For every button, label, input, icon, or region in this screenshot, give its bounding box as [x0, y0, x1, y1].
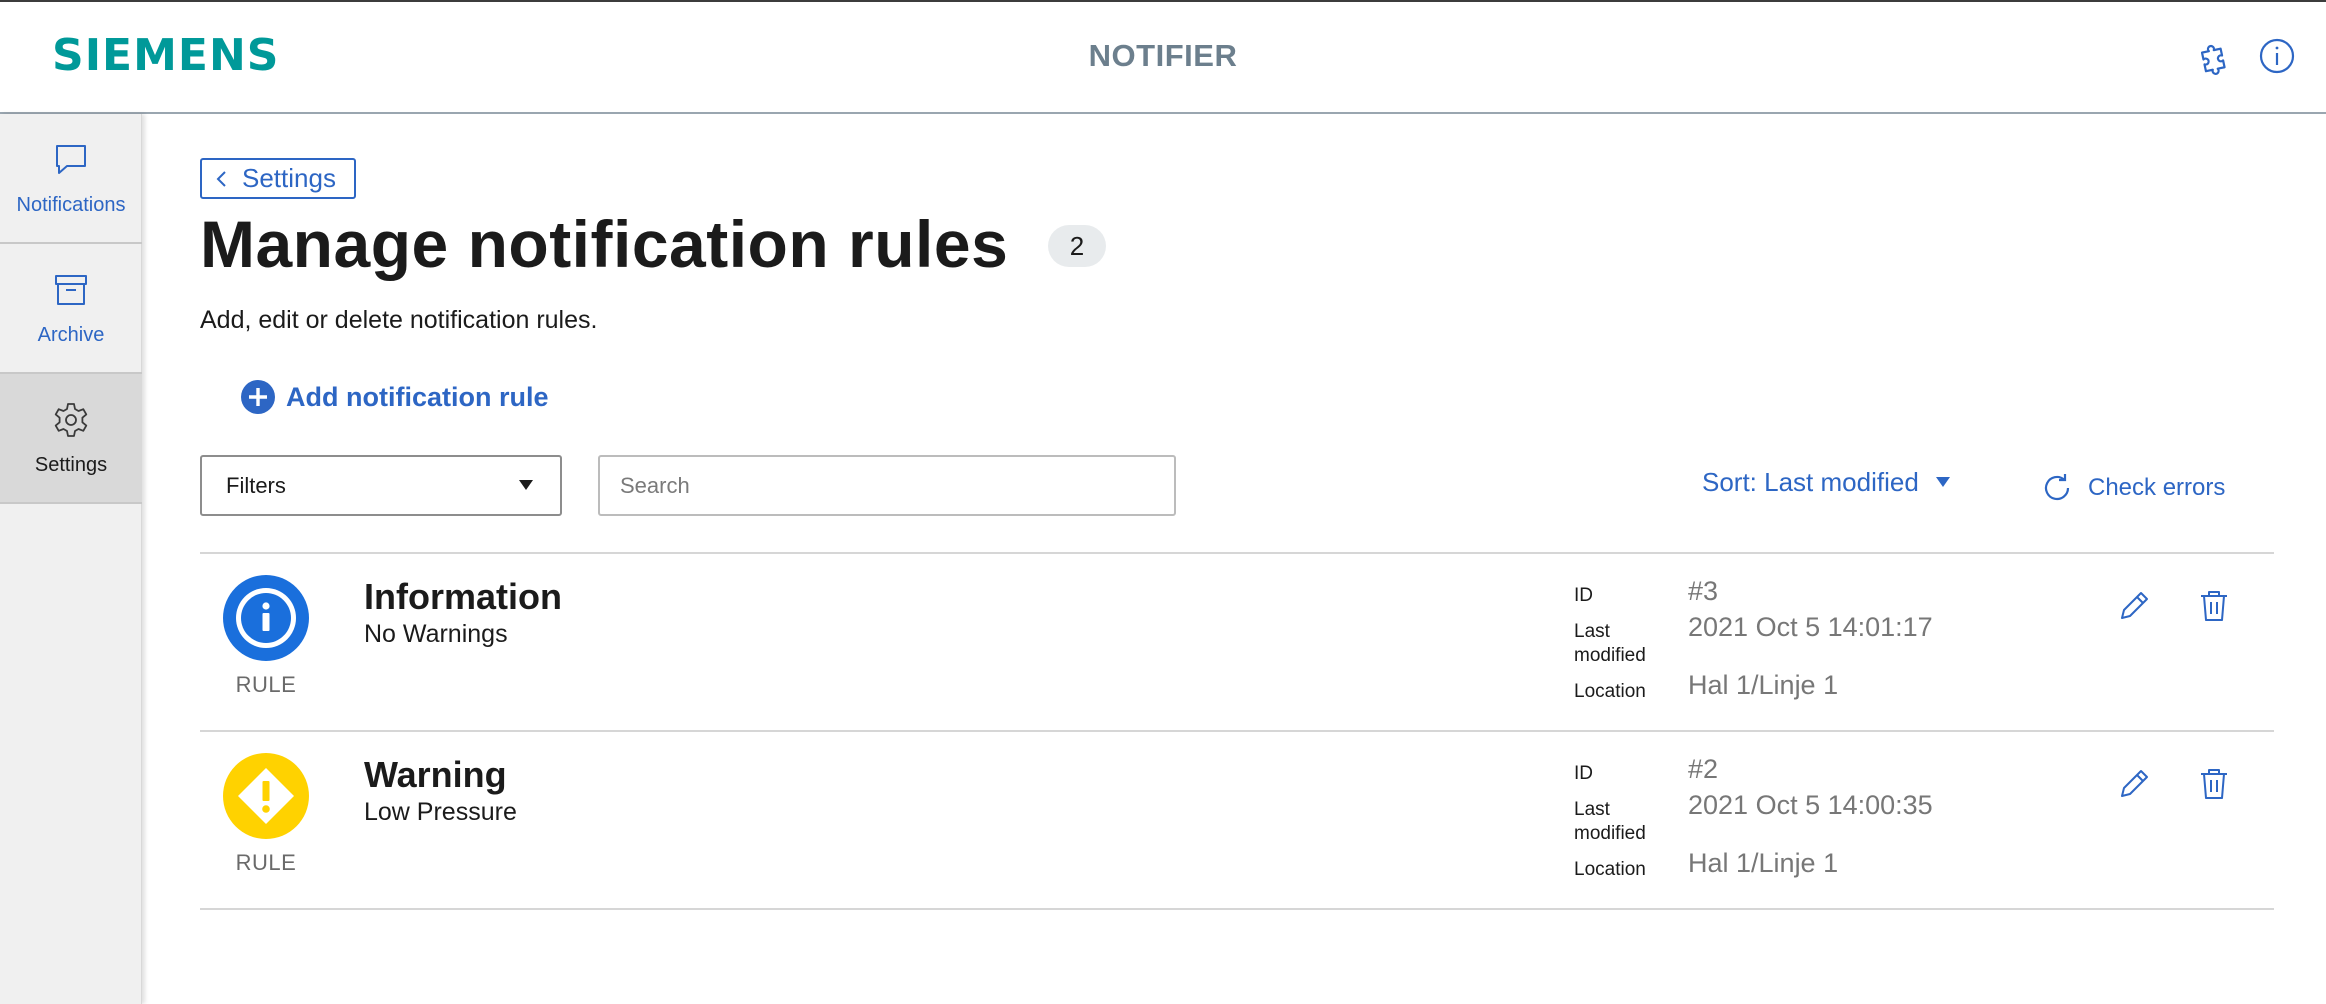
rule-id: #2: [1688, 754, 1719, 784]
archive-box-icon: [51, 270, 91, 310]
sidebar-item-label: Settings: [34, 454, 108, 476]
edit-pencil-icon[interactable]: [2114, 764, 2154, 804]
rule-row[interactable]: RULE Information No Warnings ID Last mod…: [200, 552, 2274, 730]
rule-location: Hal 1/Linje 1: [1688, 848, 1839, 878]
back-to-settings-button[interactable]: Settings: [200, 158, 356, 199]
info-icon: [222, 574, 310, 662]
caret-down-icon: [519, 480, 533, 490]
rule-last-modified: 2021 Oct 5 14:00:35: [1688, 790, 1933, 820]
delete-trash-icon[interactable]: [2194, 764, 2234, 804]
check-errors-label: Check errors: [2088, 474, 2226, 501]
id-label: ID: [1574, 585, 1593, 606]
last-modified-label: Last modified: [1574, 799, 1646, 844]
rule-type-label: RULE: [235, 850, 297, 875]
warning-icon: [222, 752, 310, 840]
plus-circle-icon: [241, 380, 275, 414]
add-rule-label: Add notification rule: [286, 381, 549, 412]
sort-dropdown[interactable]: Sort: Last modified: [1702, 465, 1951, 499]
puzzle-icon[interactable]: [2195, 36, 2235, 76]
rule-last-modified: 2021 Oct 5 14:01:17: [1688, 612, 1933, 642]
app-title: NOTIFIER: [1088, 38, 1238, 73]
rule-type-label: RULE: [235, 672, 297, 697]
refresh-icon: [2044, 474, 2070, 501]
rule-list: RULE Information No Warnings ID Last mod…: [200, 552, 2274, 910]
rule-id: #3: [1688, 576, 1719, 606]
filters-dropdown[interactable]: Filters: [200, 455, 562, 516]
last-modified-label: Last modified: [1574, 621, 1646, 666]
chat-bubble-icon: [51, 140, 91, 180]
location-label: Location: [1574, 681, 1646, 702]
check-errors-button[interactable]: Check errors: [2040, 470, 2225, 506]
id-label: ID: [1574, 763, 1593, 784]
rule-title: Information: [364, 576, 562, 617]
back-button-label: Settings: [242, 163, 336, 193]
rule-count-badge: 2: [1048, 225, 1106, 267]
location-label: Location: [1574, 859, 1646, 880]
caret-down-icon: [1935, 477, 1950, 487]
add-notification-rule-button[interactable]: Add notification rule: [240, 379, 549, 415]
chevron-left-icon: [216, 170, 226, 187]
rule-title: Warning: [364, 754, 507, 795]
sidebar-item-archive[interactable]: Archive: [0, 244, 142, 374]
edit-pencil-icon[interactable]: [2114, 586, 2154, 626]
page-title: Manage notification rules: [200, 207, 1009, 281]
info-icon[interactable]: [2257, 36, 2297, 76]
gear-icon: [51, 400, 91, 440]
sidebar-item-label: Archive: [37, 324, 105, 346]
search-input[interactable]: [598, 455, 1176, 516]
sidebar-item-label: Notifications: [16, 194, 126, 216]
sidebar-item-notifications[interactable]: Notifications: [0, 114, 142, 244]
rule-row[interactable]: RULE Warning Low Pressure ID Last modifi…: [200, 730, 2274, 910]
page-subtitle: Add, edit or delete notification rules.: [200, 306, 598, 334]
sort-label: Sort: Last modified: [1702, 466, 1919, 497]
app-header: SIEMENS NOTIFIER: [0, 0, 2326, 114]
siemens-logo: SIEMENS: [52, 30, 280, 81]
sidebar-item-settings[interactable]: Settings: [0, 374, 142, 504]
rule-subtitle: No Warnings: [364, 620, 508, 648]
sidebar: Notifications Archive Settings: [0, 114, 142, 1004]
delete-trash-icon[interactable]: [2194, 586, 2234, 626]
rule-location: Hal 1/Linje 1: [1688, 670, 1839, 700]
rule-subtitle: Low Pressure: [364, 798, 517, 826]
filters-label: Filters: [226, 472, 286, 498]
